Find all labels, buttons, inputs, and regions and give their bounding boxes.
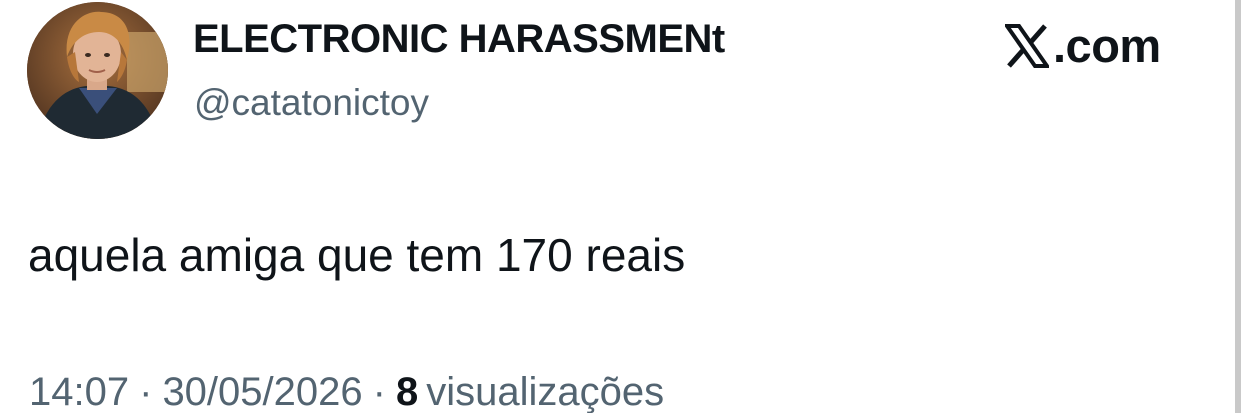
meta-separator-2: ·	[372, 370, 386, 413]
tweet-date[interactable]: 30/05/2026	[162, 370, 362, 413]
views-count: 8	[395, 370, 419, 413]
tweet-card: ELECTRONIC HARASSMENt @catatonictoy .com…	[0, 0, 1241, 413]
meta-separator: ·	[139, 370, 153, 413]
right-edge-divider	[1235, 0, 1241, 413]
author-handle[interactable]: @catatonictoy	[194, 80, 429, 126]
brand-domain-text: .com	[1053, 19, 1161, 72]
tweet-time[interactable]: 14:07	[29, 370, 129, 413]
avatar[interactable]	[27, 2, 168, 139]
x-com-watermark: .com	[1003, 19, 1161, 72]
views-label: visualizações	[426, 370, 665, 413]
tweet-meta: 14:07 · 30/05/2026 · 8 visualizações	[29, 367, 664, 413]
tweet-text: aquela amiga que tem 170 reais	[28, 229, 686, 281]
x-logo-icon	[1003, 24, 1051, 68]
avatar-photo-icon	[27, 2, 168, 139]
author-display-name[interactable]: ELECTRONIC HARASSMENt	[193, 14, 725, 64]
